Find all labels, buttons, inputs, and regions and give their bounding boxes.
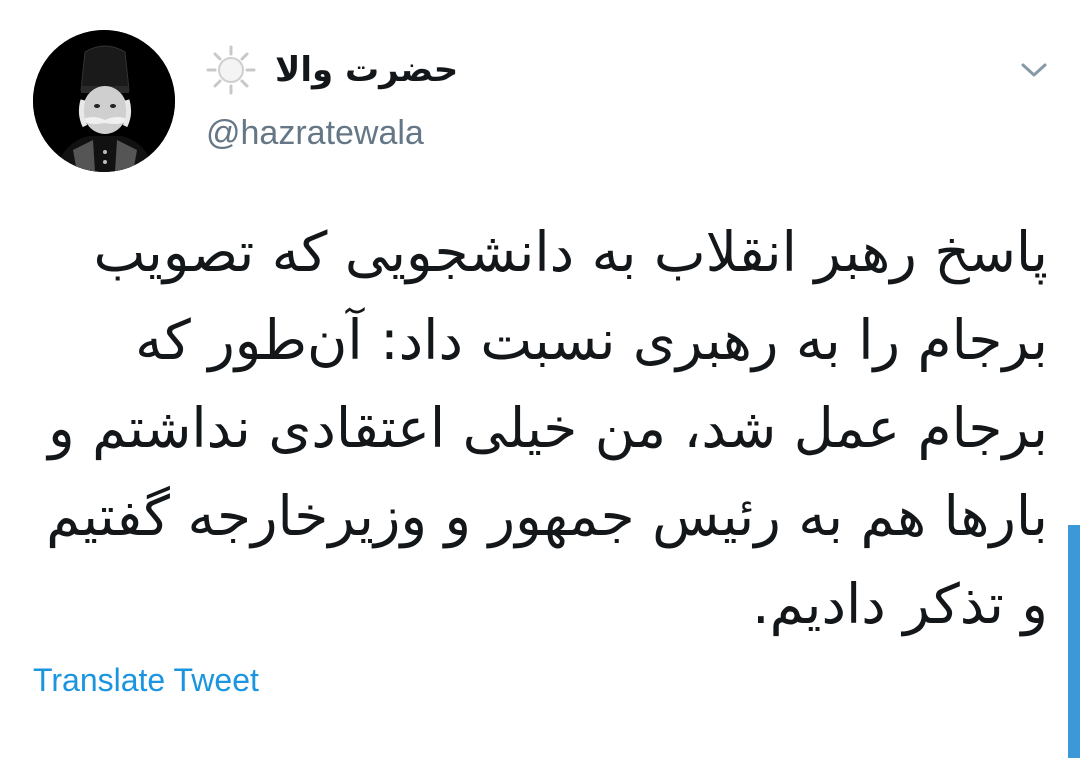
display-name-row: حضرت والا: [205, 40, 458, 100]
avatar[interactable]: [33, 30, 175, 172]
tweet-menu-button[interactable]: [1012, 52, 1056, 88]
tweet-card: حضرت والا @hazratewala پاسخ رهبر انقلاب …: [0, 0, 1080, 758]
sun-icon: [205, 44, 257, 96]
chevron-down-icon: [1021, 63, 1047, 77]
user-handle[interactable]: @hazratewala: [206, 114, 424, 153]
scrollbar[interactable]: [1068, 525, 1080, 758]
avatar-portrait-icon: [33, 30, 175, 172]
tweet-text: پاسخ رهبر انقلاب به دانشجویی که تصویب بر…: [46, 220, 1048, 636]
display-name[interactable]: حضرت والا: [275, 50, 458, 90]
translate-tweet-link[interactable]: Translate Tweet: [33, 662, 259, 699]
